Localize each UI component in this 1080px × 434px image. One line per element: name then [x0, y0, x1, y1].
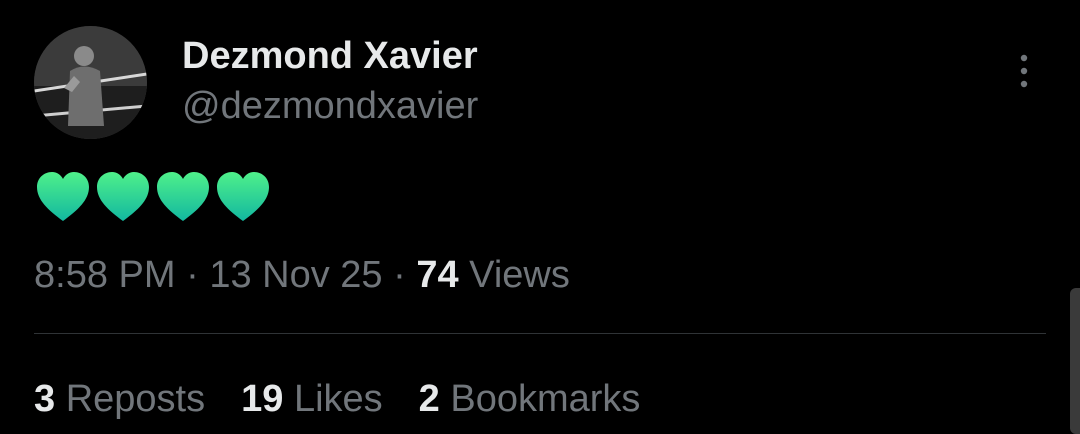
post-meta: 8:58 PM · 13 Nov 25 · 74 Views: [34, 253, 570, 297]
scrollbar[interactable]: [1070, 288, 1080, 434]
meta-separator: ·: [186, 254, 199, 296]
green-heart-icon: [217, 172, 269, 221]
bookmarks-label: Bookmarks: [450, 378, 641, 420]
author-display-name[interactable]: Dezmond Xavier: [182, 34, 478, 78]
reposts-label: Reposts: [65, 378, 206, 420]
post-date[interactable]: 13 Nov 25: [209, 254, 382, 296]
avatar-image: [34, 26, 147, 139]
bookmarks-count: 2: [418, 378, 440, 420]
avatar[interactable]: [34, 26, 147, 139]
reposts-count: 3: [34, 378, 56, 420]
divider: [34, 333, 1046, 334]
reposts-stat[interactable]: 3 Reposts: [34, 377, 205, 421]
likes-count: 19: [241, 378, 284, 420]
green-heart-icon: [97, 172, 149, 221]
engagement-stats: 3 Reposts 19 Likes 2 Bookmarks: [34, 377, 676, 421]
more-vertical-icon: [1020, 54, 1028, 88]
bookmarks-stat[interactable]: 2 Bookmarks: [419, 377, 641, 421]
views-label: Views: [469, 254, 570, 296]
likes-label: Likes: [293, 378, 383, 420]
more-options-button[interactable]: [1008, 52, 1040, 92]
author-handle[interactable]: @dezmondxavier: [182, 84, 478, 128]
views-count: 74: [416, 254, 459, 296]
green-heart-icon: [37, 172, 89, 221]
likes-stat[interactable]: 19 Likes: [241, 377, 383, 421]
green-heart-icon: [157, 172, 209, 221]
post-text: [34, 168, 272, 226]
post-time[interactable]: 8:58 PM: [34, 254, 176, 296]
meta-separator: ·: [393, 254, 406, 296]
